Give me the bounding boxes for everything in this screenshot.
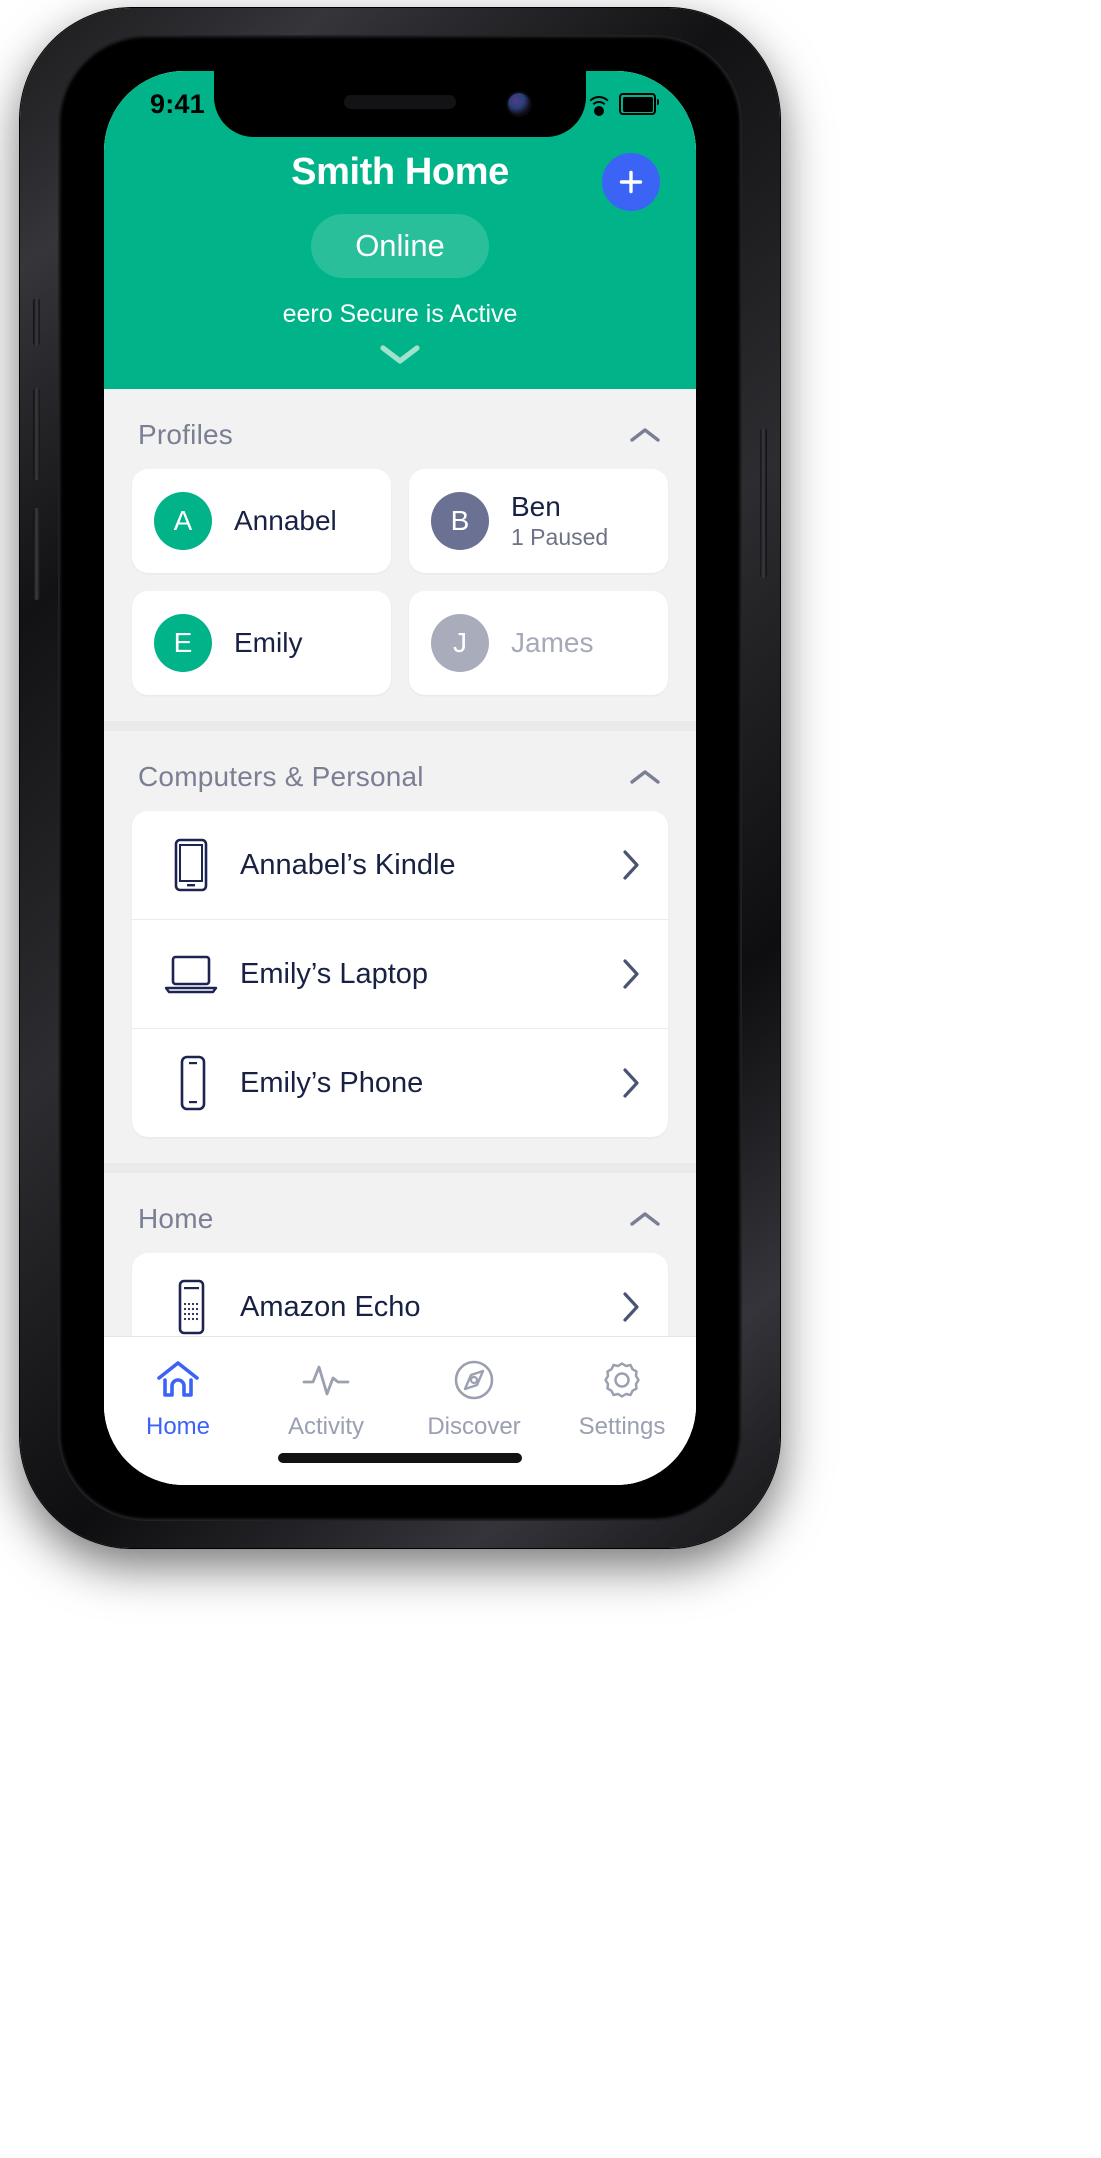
chevron-right-icon[interactable] [620, 848, 642, 882]
tablet-icon [162, 837, 220, 893]
avatar: E [154, 614, 212, 672]
chevron-up-icon[interactable] [628, 425, 662, 445]
volume-up-button[interactable] [33, 388, 40, 480]
display-notch [214, 71, 586, 137]
avatar: A [154, 492, 212, 550]
avatar: J [431, 614, 489, 672]
profile-card[interactable]: J James [409, 591, 668, 695]
device-name: Emily’s Laptop [240, 957, 429, 990]
laptop-icon [162, 951, 220, 997]
speaker-icon [162, 1278, 220, 1336]
front-camera-icon [508, 93, 530, 115]
chevron-down-icon[interactable] [377, 341, 423, 367]
tab-activity[interactable]: Activity [252, 1337, 400, 1441]
profile-name: James [511, 627, 594, 659]
chevron-right-icon[interactable] [620, 1290, 642, 1324]
chevron-up-icon[interactable] [628, 1209, 662, 1229]
power-button[interactable] [760, 428, 767, 578]
section-title: Profiles [138, 419, 233, 450]
screenshot-canvas: 9:41 Smith Home Online eero Secure is Ac… [0, 0, 1101, 2158]
mute-switch[interactable] [33, 298, 40, 346]
section-divider [104, 1163, 696, 1173]
device-row[interactable]: Annabel’s Kindle [132, 811, 668, 920]
earpiece-speaker [344, 95, 456, 109]
tab-label: Activity [287, 1413, 364, 1440]
network-status-badge: Online [311, 214, 489, 278]
chevron-up-icon[interactable] [628, 767, 662, 787]
profile-name: Ben [511, 490, 561, 522]
profile-card[interactable]: B Ben 1 Paused [409, 469, 668, 573]
section-header-home[interactable]: Home [104, 1173, 696, 1253]
device-name: Annabel’s Kindle [240, 848, 456, 881]
profile-name: Annabel [234, 505, 337, 537]
phone-bezel: 9:41 Smith Home Online eero Secure is Ac… [58, 35, 742, 1521]
plus-icon [619, 170, 643, 194]
device-name: Emily’s Phone [240, 1066, 424, 1099]
profiles-grid: A Annabel B Ben 1 Paused E Emily J James [104, 469, 696, 695]
profile-card[interactable]: E Emily [132, 591, 391, 695]
tab-settings[interactable]: Settings [548, 1337, 696, 1441]
section-computers-personal: Computers & Personal Annabel’s Kindle Em… [104, 731, 696, 1163]
tab-label: Settings [578, 1413, 666, 1440]
tab-label: Home [145, 1413, 211, 1440]
tab-label: Discover [427, 1413, 521, 1440]
eero-app: 9:41 Smith Home Online eero Secure is Ac… [104, 71, 696, 1485]
phone-device-frame: 9:41 Smith Home Online eero Secure is Ac… [20, 8, 780, 1548]
section-header-computers-personal[interactable]: Computers & Personal [104, 731, 696, 811]
house-icon [154, 1357, 202, 1403]
status-bar-time: 9:41 [150, 88, 205, 119]
tab-discover[interactable]: Discover [400, 1337, 548, 1441]
pulse-icon [300, 1357, 352, 1403]
device-row[interactable]: Emily’s Phone [132, 1029, 668, 1137]
device-row[interactable]: Emily’s Laptop [132, 920, 668, 1029]
phone-icon [162, 1054, 220, 1112]
chevron-right-icon[interactable] [620, 1066, 642, 1100]
wifi-icon [585, 95, 612, 116]
home-indicator[interactable] [278, 1453, 522, 1463]
profile-substatus: 1 Paused [511, 524, 609, 551]
home-content-scroll[interactable]: Profiles A Annabel B Ben 1 Paused E Emil… [104, 389, 696, 1485]
chevron-right-icon[interactable] [620, 957, 642, 991]
section-title: Home [138, 1203, 214, 1234]
volume-down-button[interactable] [33, 508, 40, 600]
section-title: Computers & Personal [138, 761, 424, 792]
profile-card[interactable]: A Annabel [132, 469, 391, 573]
section-profiles: Profiles A Annabel B Ben 1 Paused E Emil… [104, 389, 696, 721]
device-list: Annabel’s Kindle Emily’s Laptop Emily’s … [132, 811, 668, 1137]
section-divider [104, 721, 696, 731]
device-name: Amazon Echo [240, 1290, 421, 1323]
add-device-button[interactable] [602, 153, 660, 211]
battery-full-icon [619, 93, 659, 115]
tab-home[interactable]: Home [104, 1337, 252, 1441]
eero-secure-status: eero Secure is Active [282, 300, 518, 328]
section-header-profiles[interactable]: Profiles [104, 389, 696, 469]
phone-screen: 9:41 Smith Home Online eero Secure is Ac… [104, 71, 696, 1485]
gear-icon [599, 1357, 645, 1403]
compass-icon [451, 1357, 497, 1403]
profile-name: Emily [234, 627, 303, 659]
avatar: B [431, 492, 489, 550]
